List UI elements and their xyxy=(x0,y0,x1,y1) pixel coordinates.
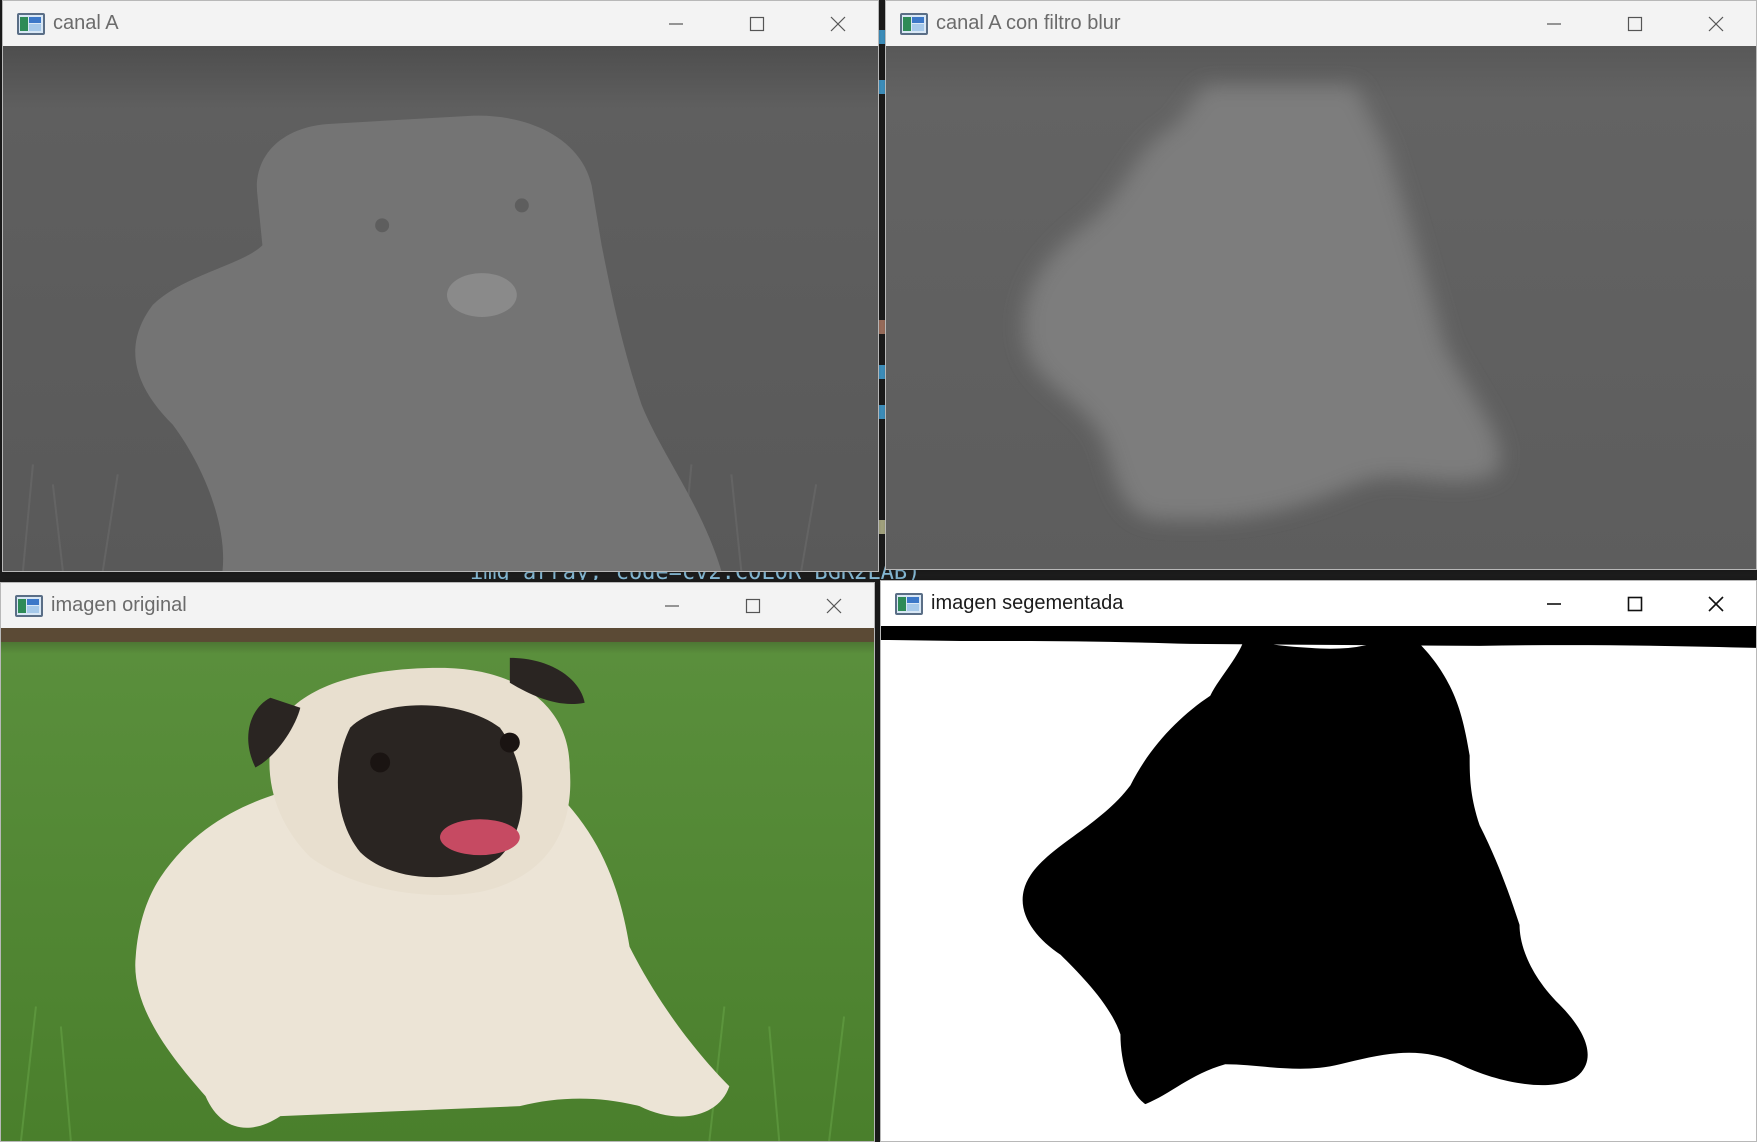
minimize-button[interactable] xyxy=(1513,581,1594,626)
original-pug-photo xyxy=(1,628,874,1141)
maximize-button[interactable] xyxy=(712,583,793,628)
minimize-button[interactable] xyxy=(635,1,716,46)
maximize-button[interactable] xyxy=(1594,581,1675,626)
canal-a-image xyxy=(3,46,878,571)
window-canal-a-blur[interactable]: canal A con filtro blur xyxy=(885,0,1757,570)
minimize-button[interactable] xyxy=(1513,1,1594,46)
maximize-button[interactable] xyxy=(716,1,797,46)
titlebar[interactable]: imagen original xyxy=(1,583,874,628)
close-button[interactable] xyxy=(797,1,878,46)
maximize-icon xyxy=(745,598,760,613)
maximize-icon xyxy=(1627,16,1642,31)
opencv-window-icon xyxy=(15,594,43,617)
titlebar[interactable]: imagen segementada xyxy=(881,581,1756,626)
minimize-button[interactable] xyxy=(631,583,712,628)
segmented-mask-image xyxy=(881,626,1756,1141)
minimize-icon xyxy=(664,604,679,607)
titlebar[interactable]: canal A xyxy=(3,1,878,46)
window-title: canal A xyxy=(53,12,119,34)
window-title: imagen segementada xyxy=(931,592,1124,614)
close-icon xyxy=(1707,595,1724,612)
minimize-icon xyxy=(1546,602,1561,605)
close-button[interactable] xyxy=(793,583,874,628)
close-button[interactable] xyxy=(1675,1,1756,46)
maximize-button[interactable] xyxy=(1594,1,1675,46)
minimize-icon xyxy=(668,22,683,25)
close-button[interactable] xyxy=(1675,581,1756,626)
opencv-window-icon xyxy=(900,12,928,35)
window-imagen-original[interactable]: imagen original xyxy=(0,582,875,1142)
maximize-icon xyxy=(749,16,764,31)
opencv-window-icon xyxy=(895,592,923,615)
maximize-icon xyxy=(1627,596,1642,611)
titlebar[interactable]: canal A con filtro blur xyxy=(886,1,1756,46)
opencv-window-icon xyxy=(17,12,45,35)
window-imagen-segmentada[interactable]: imagen segementada xyxy=(880,580,1757,1142)
canal-a-blur-image xyxy=(886,46,1756,569)
window-canal-a[interactable]: canal A xyxy=(2,0,879,572)
close-icon xyxy=(826,598,841,613)
window-title: canal A con filtro blur xyxy=(936,12,1121,34)
window-title: imagen original xyxy=(51,594,187,616)
close-icon xyxy=(1708,16,1723,31)
close-icon xyxy=(830,16,845,31)
minimize-icon xyxy=(1546,22,1561,25)
